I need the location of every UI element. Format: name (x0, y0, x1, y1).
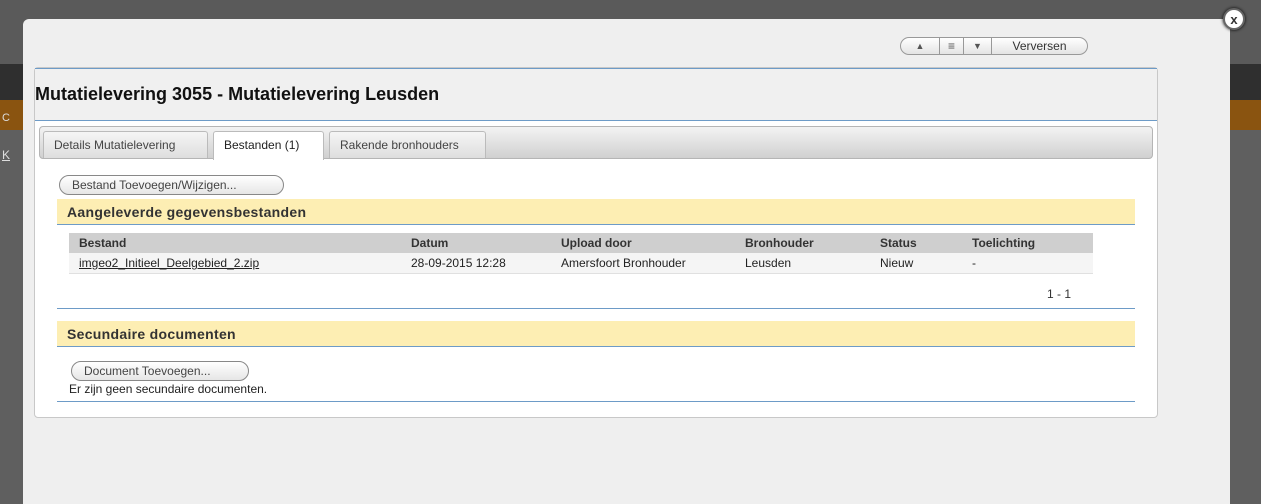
list-icon: ≡ (947, 39, 955, 53)
column-header-toelichting[interactable]: Toelichting (972, 236, 1035, 250)
close-icon[interactable]: x (1223, 8, 1245, 30)
file-status: Nieuw (880, 256, 914, 270)
column-header-status[interactable]: Status (880, 236, 917, 250)
file-bronhouder: Leusden (745, 256, 792, 270)
add-document-button[interactable]: Document Toevoegen... (71, 361, 249, 381)
next-record-button[interactable]: ▼ (964, 37, 992, 55)
file-date: 28-09-2015 12:28 (411, 256, 506, 270)
tab-bar: Details Mutatielevering Bestanden (1) Ra… (39, 126, 1153, 160)
column-header-datum[interactable]: Datum (411, 236, 448, 250)
add-edit-file-button[interactable]: Bestand Toevoegen/Wijzigen... (59, 175, 284, 195)
refresh-button[interactable]: Verversen (992, 37, 1088, 55)
table-row: imgeo2_Initieel_Deelgebied_2.zip 28-09-2… (69, 253, 1093, 274)
file-toelichting: - (972, 256, 976, 270)
table-header: Bestand Datum Upload door Bronhouder Sta… (69, 233, 1093, 253)
title-band: Mutatielevering 3055 - Mutatielevering L… (35, 68, 1157, 121)
arrow-down-icon: ▼ (973, 41, 982, 51)
files-section-title: Aangeleverde gegevensbestanden (67, 204, 307, 220)
background-text: C (2, 112, 10, 124)
record-list-button[interactable]: ≡ (940, 37, 964, 55)
empty-message: Er zijn geen secundaire documenten. (69, 382, 268, 396)
secondary-section-header: Secundaire documenten (57, 321, 1135, 347)
detail-panel: Mutatielevering 3055 - Mutatielevering L… (34, 67, 1158, 418)
divider (57, 401, 1135, 402)
secondary-section-title: Secundaire documenten (67, 326, 236, 342)
tab-details-mutatielevering[interactable]: Details Mutatielevering (43, 131, 208, 158)
column-header-bronhouder[interactable]: Bronhouder (745, 236, 814, 250)
record-toolbar: ▲ ≡ ▼ Verversen (900, 36, 1088, 56)
file-uploader: Amersfoort Bronhouder (561, 256, 686, 270)
pagination-info: 1 - 1 (1047, 287, 1072, 301)
column-header-upload-door[interactable]: Upload door (561, 236, 632, 250)
page-title: Mutatielevering 3055 - Mutatielevering L… (35, 84, 440, 104)
tab-rakende-bronhouders[interactable]: Rakende bronhouders (329, 131, 486, 158)
files-table: Bestand Datum Upload door Bronhouder Sta… (69, 233, 1093, 274)
tab-bestanden[interactable]: Bestanden (1) (213, 131, 324, 160)
file-link[interactable]: imgeo2_Initieel_Deelgebied_2.zip (79, 256, 259, 270)
files-section-header: Aangeleverde gegevensbestanden (57, 199, 1135, 225)
previous-record-button[interactable]: ▲ (900, 37, 940, 55)
background-link: K (2, 148, 11, 162)
divider (57, 308, 1135, 309)
arrow-up-icon: ▲ (915, 41, 925, 51)
column-header-bestand[interactable]: Bestand (79, 236, 126, 250)
